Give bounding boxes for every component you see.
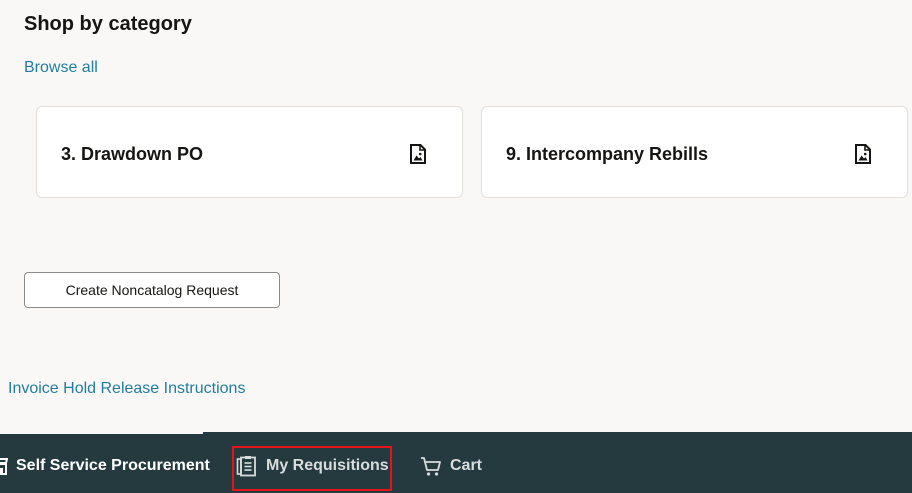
cart-icon [420,455,442,477]
section-title: Shop by category [24,13,192,35]
nav-item-label: Cart [450,457,483,474]
clipboard-list-icon [236,455,258,477]
category-card-intercompany-rebills[interactable]: 9. Intercompany Rebills [481,106,908,198]
category-card-label: 9. Intercompany Rebills [506,144,709,164]
create-noncatalog-request-button[interactable]: Create Noncatalog Request [24,272,280,308]
nav-item-my-requisitions[interactable]: My Requisitions [236,454,389,478]
category-card-drawdown-po[interactable]: 3. Drawdown PO [36,106,463,198]
nav-item-self-service-procurement[interactable]: Self Service Procurement [0,454,210,478]
image-file-icon [410,144,426,164]
store-icon [0,456,8,476]
bottom-navigation-bar: Self Service Procurement My Requisitions… [0,432,912,493]
nav-item-label: My Requisitions [266,457,389,474]
nav-item-cart[interactable]: Cart [420,454,482,478]
browse-all-link[interactable]: Browse all [24,58,98,78]
nav-bar-notch [0,432,203,434]
image-file-icon [855,144,871,164]
invoice-hold-release-link[interactable]: Invoice Hold Release Instructions [8,379,245,399]
category-card-label: 3. Drawdown PO [61,144,204,164]
nav-item-label: Self Service Procurement [16,457,210,474]
